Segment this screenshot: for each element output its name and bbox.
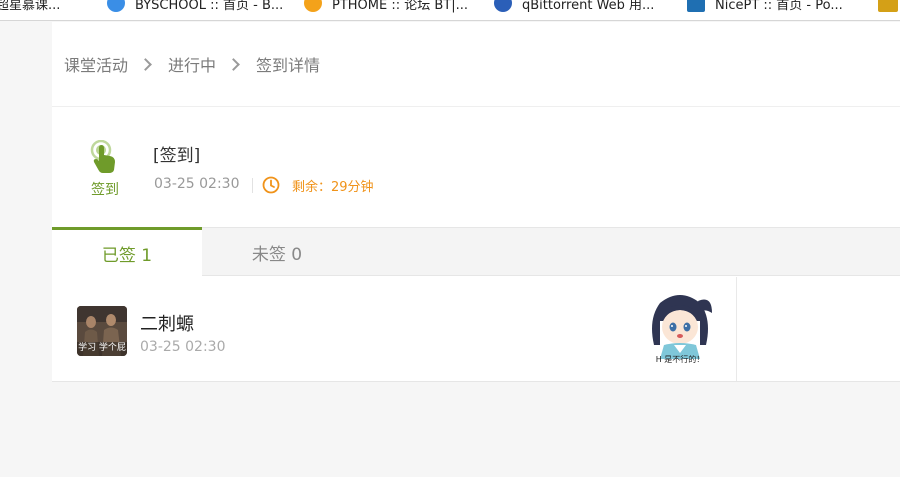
sign-in-time: 03-25 02:30 [140,339,226,355]
avatar-caption: 学习 学个屁 [78,343,126,353]
activity-type-label: 签到 [91,182,119,198]
tap-hand-icon [90,140,115,173]
breadcrumb-item-in-progress[interactable]: 进行中 [168,52,216,76]
breadcrumb-item-class-activities[interactable]: 课堂活动 [64,52,128,76]
student-name: 二刺螈 [140,314,194,335]
chevron-right-icon [228,57,242,71]
bookmark-label: PTHOME :: 论坛 BT|... [332,0,469,13]
breadcrumb-item-sign-in-detail: 签到详情 [256,56,321,75]
clock-icon [262,176,280,194]
breadcrumb: 课堂活动 进行中 签到详情 [64,52,320,76]
qbittorrent-icon [494,0,512,12]
tab-unsigned[interactable]: 未签 0 [202,228,352,276]
bookmark-label: BYSCHOOL :: 首页 - B... [135,0,284,13]
nicept-icon [687,0,705,12]
bookmark-folder[interactable] [878,0,900,13]
activity-title: [签到] [153,146,201,166]
remaining-time: 剩余：29分钟 [292,180,374,195]
activity-start-time: 03-25 02:30 [154,176,240,192]
divider [252,178,253,193]
bookmark-item[interactable]: PTHOME :: 论坛 BT|... [304,0,468,13]
sticker-caption: H 是不行的！ [655,355,705,364]
bookmark-label: 超星慕课... [0,0,61,13]
divider [52,106,900,107]
bookmark-item[interactable]: BYSCHOOL :: 首页 - B... [107,0,283,13]
bookmarks-bar: 超星慕课... BYSCHOOL :: 首页 - B... PTHOME :: … [0,0,900,21]
sign-status-tabs: 已签 1 未签 0 [52,227,900,276]
pt-icon [304,0,322,12]
bookmark-label: qBittorrent Web 用... [522,0,655,13]
sign-in-detail-card: 课堂活动 进行中 签到详情 签到 [签到] 03-25 02:30 剩余：29分… [52,22,900,382]
bookmark-item[interactable]: 超星慕课... [0,0,60,13]
chevron-right-icon [140,57,154,71]
bookmark-label: NicePT :: 首页 - Po... [715,0,843,13]
tab-signed[interactable]: 已签 1 [52,227,202,276]
bookmark-item[interactable]: NicePT :: 首页 - Po... [687,0,843,13]
bookmark-item[interactable]: qBittorrent Web 用... [494,0,654,13]
divider [52,381,900,382]
list-item[interactable]: 学习 学个屁 二刺螈 03-25 02:30 H 是不行的！ [52,277,737,381]
globe-icon [107,0,125,12]
avatar: 学习 学个屁 [77,306,127,356]
folder-icon [878,0,898,12]
